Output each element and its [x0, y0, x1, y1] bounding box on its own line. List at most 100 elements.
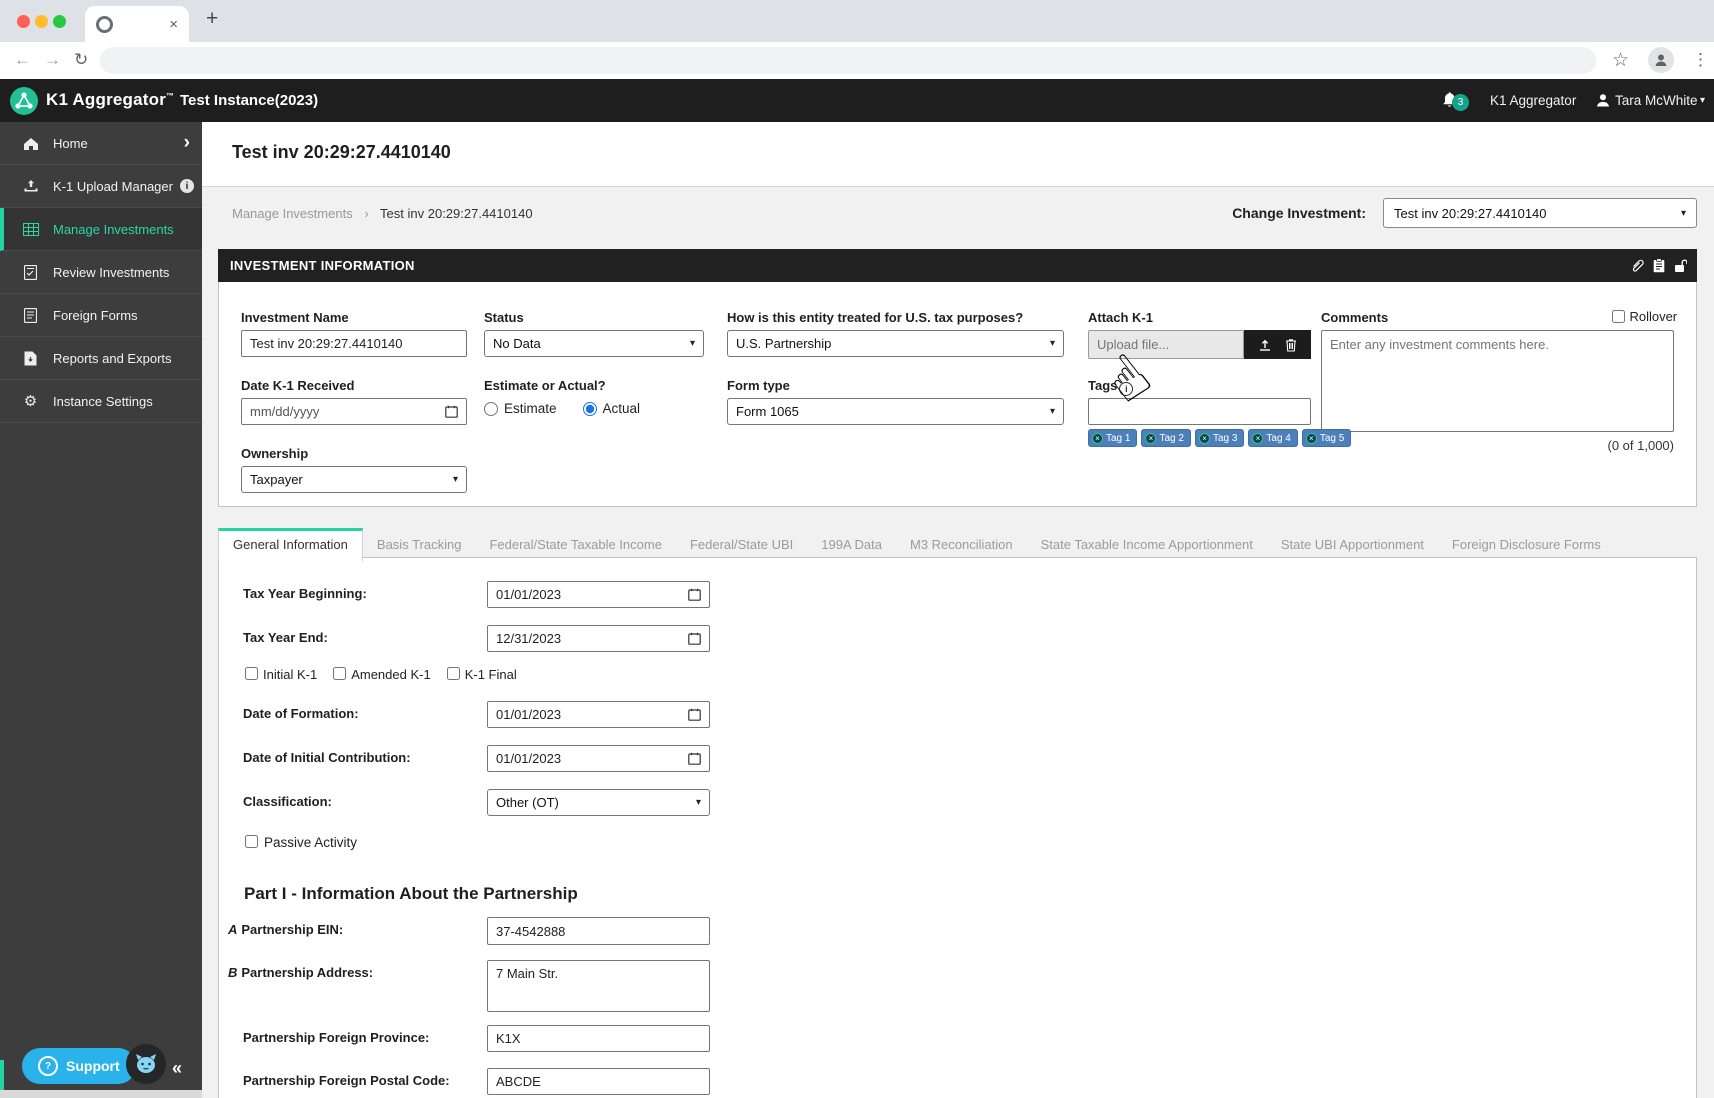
window-close-button[interactable]	[17, 15, 30, 28]
investment-name-input[interactable]	[241, 330, 467, 357]
calendar-icon[interactable]	[688, 708, 701, 721]
remove-tag-icon[interactable]: ×	[1252, 433, 1263, 444]
partnership-address-textarea[interactable]: 7 Main Str.	[487, 960, 710, 1012]
forward-icon[interactable]: →	[44, 50, 61, 70]
question-icon: ?	[38, 1056, 58, 1076]
url-bar[interactable]	[100, 47, 1596, 74]
calendar-icon[interactable]	[688, 588, 701, 601]
ownership-select[interactable]: Taxpayer▾	[241, 466, 467, 493]
actual-radio[interactable]	[583, 402, 597, 416]
change-investment-label: Change Investment:	[1232, 205, 1366, 221]
tab-federal-state-ubi[interactable]: Federal/State UBI	[676, 529, 807, 560]
notification-count-badge: 3	[1452, 94, 1469, 111]
change-investment-select[interactable]: Test inv 20:29:27.4410140 ▾	[1383, 198, 1697, 228]
initial-k1-checkbox[interactable]	[245, 667, 258, 680]
tab-close-icon[interactable]: ×	[169, 17, 178, 32]
sidebar-item-home[interactable]: Home ›	[0, 122, 202, 165]
reload-icon[interactable]: ↻	[74, 50, 88, 70]
calendar-icon[interactable]	[445, 405, 458, 418]
date-value: 01/01/2023	[496, 587, 561, 602]
browser-profile-avatar[interactable]	[1648, 47, 1674, 73]
browser-tab[interactable]: ×	[85, 6, 189, 42]
tab-basis-tracking[interactable]: Basis Tracking	[363, 529, 476, 560]
user-menu-caret-icon[interactable]: ▾	[1700, 95, 1705, 106]
ownership-label: Ownership	[241, 446, 308, 461]
sidebar-item-foreign-forms[interactable]: Foreign Forms	[0, 294, 202, 337]
tax-year-end-input[interactable]: 12/31/2023	[487, 625, 710, 652]
breadcrumb-manage-investments[interactable]: Manage Investments	[232, 206, 353, 221]
cat-icon	[134, 1053, 158, 1075]
tag-chip[interactable]: ×Tag 3	[1195, 429, 1244, 447]
sidebar-item-instance-settings[interactable]: ⚙ Instance Settings	[0, 380, 202, 423]
tab-general-information[interactable]: General Information	[218, 528, 363, 561]
delete-file-icon[interactable]	[1285, 338, 1297, 352]
clipboard-icon[interactable]	[1653, 258, 1665, 273]
assistant-avatar[interactable]	[126, 1044, 166, 1084]
entity-treatment-select[interactable]: U.S. Partnership▾	[727, 330, 1064, 357]
tab-state-taxable-income-apportionment[interactable]: State Taxable Income Apportionment	[1027, 529, 1267, 560]
partnership-ein-input[interactable]	[487, 917, 710, 945]
remove-tag-icon[interactable]: ×	[1199, 433, 1210, 444]
date-k1-received-input[interactable]: mm/dd/yyyy	[241, 398, 467, 425]
browser-menu-icon[interactable]: ⋮	[1692, 50, 1709, 70]
partnership-ein-label: APartnership EIN:	[228, 922, 343, 937]
tag-chip[interactable]: ×Tag 4	[1248, 429, 1297, 447]
user-icon	[1596, 93, 1610, 112]
date-of-initial-contribution-label: Date of Initial Contribution:	[243, 750, 411, 765]
bookmark-star-icon[interactable]: ☆	[1612, 49, 1629, 72]
estimate-radio[interactable]	[484, 402, 498, 416]
sidebar-collapse-icon[interactable]: «	[172, 1058, 182, 1079]
tag-chip[interactable]: ×Tag 1	[1088, 429, 1137, 447]
rollover-checkbox[interactable]	[1612, 310, 1625, 323]
attach-k1-actions	[1244, 330, 1311, 359]
tags-input[interactable]	[1088, 398, 1311, 425]
status-select[interactable]: No Data▾	[484, 330, 704, 357]
partnership-foreign-province-input[interactable]	[487, 1025, 710, 1052]
investment-name-label: Investment Name	[241, 310, 349, 325]
date-of-formation-input[interactable]: 01/01/2023	[487, 701, 710, 728]
partnership-address-label: BPartnership Address:	[228, 965, 373, 980]
support-button[interactable]: ? Support	[22, 1048, 136, 1084]
account-menu[interactable]: K1 Aggregator	[1490, 93, 1576, 108]
classification-select[interactable]: Other (OT)▾	[487, 789, 710, 816]
tab-federal-state-taxable-income[interactable]: Federal/State Taxable Income	[475, 529, 675, 560]
tab-foreign-disclosure-forms[interactable]: Foreign Disclosure Forms	[1438, 529, 1615, 560]
back-icon[interactable]: ←	[14, 50, 31, 70]
calendar-icon[interactable]	[688, 752, 701, 765]
sidebar-item-manage-investments[interactable]: Manage Investments	[0, 208, 202, 251]
comments-textarea[interactable]	[1321, 330, 1674, 432]
user-menu[interactable]: Tara McWhite	[1615, 93, 1698, 108]
window-zoom-button[interactable]	[53, 15, 66, 28]
unlock-icon[interactable]	[1674, 258, 1687, 273]
partnership-foreign-postal-code-input[interactable]	[487, 1068, 710, 1095]
card-title: INVESTMENT INFORMATION	[230, 258, 415, 273]
k1-aggregator-logo[interactable]	[10, 87, 38, 115]
tab-199a-data[interactable]: 199A Data	[807, 529, 896, 560]
breadcrumb-current: Test inv 20:29:27.4410140	[380, 206, 533, 221]
tax-year-beginning-input[interactable]: 01/01/2023	[487, 581, 710, 608]
tag-chip[interactable]: ×Tag 2	[1141, 429, 1190, 447]
sidebar-item-reports-and-exports[interactable]: Reports and Exports	[0, 337, 202, 380]
form-type-select[interactable]: Form 1065▾	[727, 398, 1064, 425]
tax-year-end-label: Tax Year End:	[243, 630, 328, 645]
info-icon[interactable]: i	[180, 179, 194, 193]
remove-tag-icon[interactable]: ×	[1145, 433, 1156, 444]
upload-file-icon[interactable]	[1258, 338, 1272, 352]
sidebar-item-review-investments[interactable]: Review Investments	[0, 251, 202, 294]
calendar-icon[interactable]	[688, 632, 701, 645]
tab-state-ubi-apportionment[interactable]: State UBI Apportionment	[1267, 529, 1438, 560]
tab-m3-reconciliation[interactable]: M3 Reconciliation	[896, 529, 1027, 560]
date-of-initial-contribution-input[interactable]: 01/01/2023	[487, 745, 710, 772]
instance-name: Test Instance(2023)	[180, 92, 318, 109]
passive-activity-checkbox[interactable]	[245, 835, 258, 848]
paperclip-icon[interactable]	[1630, 258, 1644, 273]
tag-chip[interactable]: ×Tag 5	[1302, 429, 1351, 447]
window-minimize-button[interactable]	[35, 15, 48, 28]
k1-final-checkbox[interactable]	[447, 667, 460, 680]
new-tab-button[interactable]: +	[206, 7, 218, 31]
sidebar-item-k1-upload-manager[interactable]: K-1 Upload Manager i	[0, 165, 202, 208]
comments-label: Comments	[1321, 310, 1388, 325]
amended-k1-checkbox[interactable]	[333, 667, 346, 680]
remove-tag-icon[interactable]: ×	[1306, 433, 1317, 444]
remove-tag-icon[interactable]: ×	[1092, 433, 1103, 444]
